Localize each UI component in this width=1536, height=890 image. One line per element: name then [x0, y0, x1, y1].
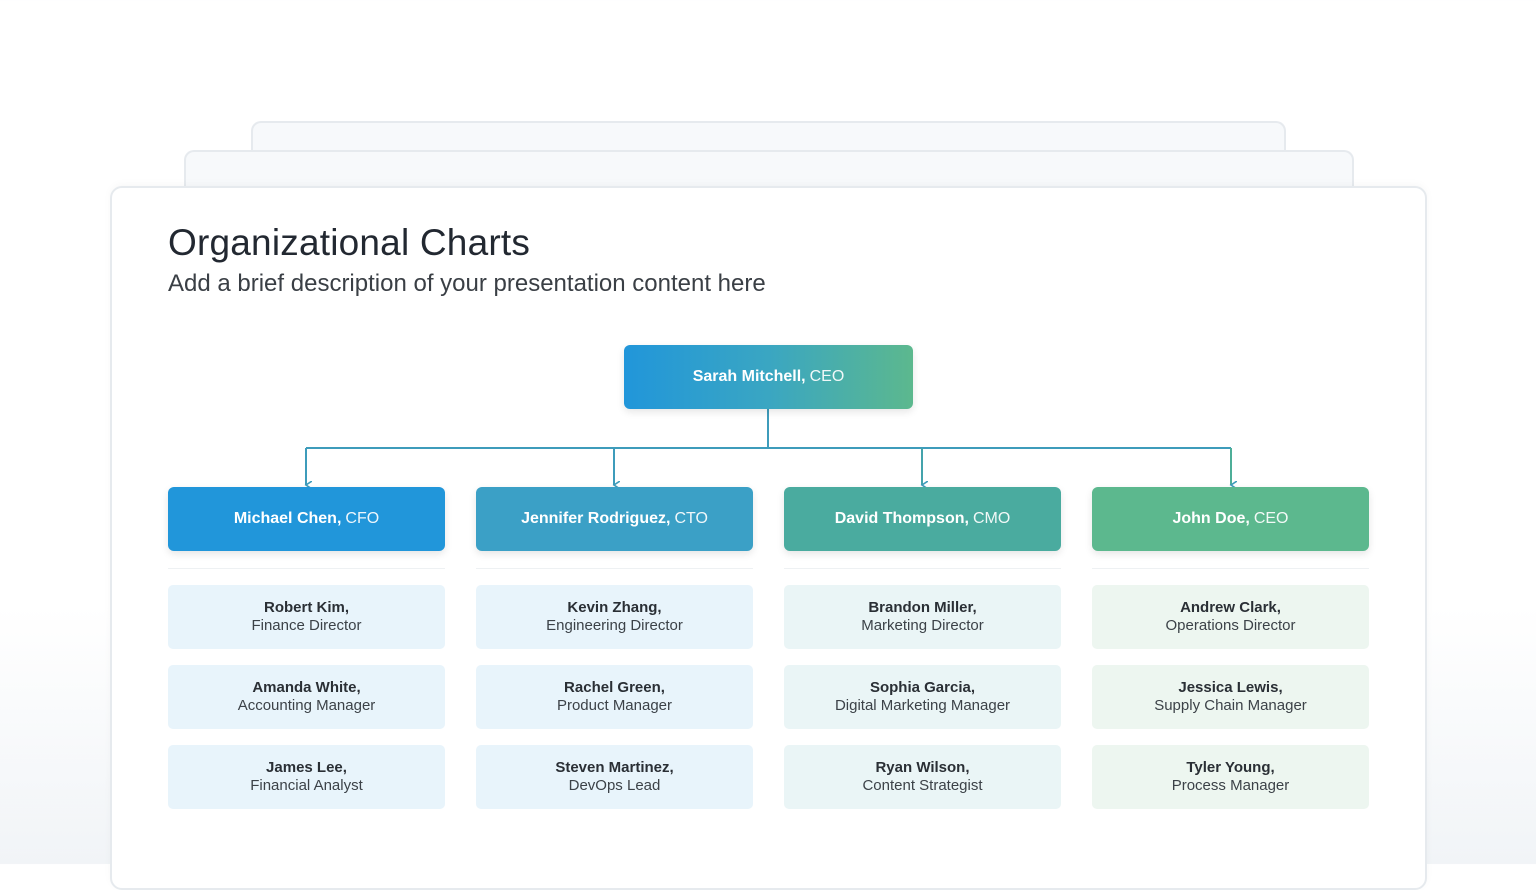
report-box[interactable]: Steven Martinez, DevOps Lead — [476, 745, 753, 809]
report-role: Financial Analyst — [250, 777, 363, 794]
executive-box-cto[interactable]: Jennifer Rodriguez, CTO — [476, 487, 753, 551]
report-box[interactable]: Jessica Lewis, Supply Chain Manager — [1092, 665, 1369, 729]
executive-name: Jennifer Rodriguez, — [521, 510, 671, 527]
report-name: Tyler Young, — [1186, 759, 1275, 776]
report-box[interactable]: Tyler Young, Process Manager — [1092, 745, 1369, 809]
report-name: Kevin Zhang, — [567, 599, 662, 616]
ceo-box[interactable]: Sarah Mitchell, CEO — [624, 345, 913, 409]
report-box[interactable]: Robert Kim, Finance Director — [168, 585, 445, 649]
executive-box-cmo[interactable]: David Thompson, CMO — [784, 487, 1061, 551]
report-box[interactable]: Kevin Zhang, Engineering Director — [476, 585, 753, 649]
report-name: Robert Kim, — [263, 599, 349, 616]
executive-name: John Doe, — [1172, 510, 1250, 527]
report-role: DevOps Lead — [568, 777, 661, 794]
report-box[interactable]: Sophia Garcia, Digital Marketing Manager — [784, 665, 1061, 729]
executive-role: CEO — [1253, 510, 1289, 527]
report-name: Andrew Clark, — [1180, 599, 1281, 616]
report-role: Content Strategist — [862, 777, 983, 794]
report-name: Sophia Garcia, — [869, 679, 976, 696]
report-role: Product Manager — [556, 697, 673, 714]
report-role: Operations Director — [1165, 617, 1296, 634]
report-box[interactable]: Rachel Green, Product Manager — [476, 665, 753, 729]
executive-box-cfo[interactable]: Michael Chen, CFO — [168, 487, 445, 551]
org-connectors — [0, 409, 1536, 864]
executive-name: Michael Chen, — [233, 510, 342, 527]
executive-role: CMO — [972, 510, 1011, 527]
report-box[interactable]: Brandon Miller, Marketing Director — [784, 585, 1061, 649]
report-box[interactable]: Ryan Wilson, Content Strategist — [784, 745, 1061, 809]
report-name: Ryan Wilson, — [875, 759, 970, 776]
report-role: Marketing Director — [861, 617, 984, 634]
report-name: Rachel Green, — [564, 679, 665, 696]
executive-role: CFO — [345, 510, 380, 527]
column-divider — [476, 568, 753, 569]
report-role: Finance Director — [251, 617, 362, 634]
report-name: Amanda White, — [252, 679, 361, 696]
report-role: Digital Marketing Manager — [834, 697, 1011, 714]
report-name: Jessica Lewis, — [1178, 679, 1283, 696]
report-name: Brandon Miller, — [868, 599, 977, 616]
report-role: Process Manager — [1171, 777, 1290, 794]
ceo-role: CEO — [809, 368, 845, 385]
ceo-name: Sarah Mitchell, — [692, 368, 806, 385]
report-role: Accounting Manager — [237, 697, 376, 714]
executive-name: David Thompson, — [834, 510, 969, 527]
executive-role: CTO — [674, 510, 708, 527]
report-role: Engineering Director — [546, 617, 683, 634]
column-divider — [784, 568, 1061, 569]
report-box[interactable]: Amanda White, Accounting Manager — [168, 665, 445, 729]
report-role: Supply Chain Manager — [1154, 697, 1307, 714]
column-divider — [168, 568, 445, 569]
report-box[interactable]: James Lee, Financial Analyst — [168, 745, 445, 809]
report-name: James Lee, — [266, 759, 347, 776]
report-name: Steven Martinez, — [555, 759, 674, 776]
column-divider — [1092, 568, 1369, 569]
report-box[interactable]: Andrew Clark, Operations Director — [1092, 585, 1369, 649]
executive-box-ceo[interactable]: John Doe, CEO — [1092, 487, 1369, 551]
